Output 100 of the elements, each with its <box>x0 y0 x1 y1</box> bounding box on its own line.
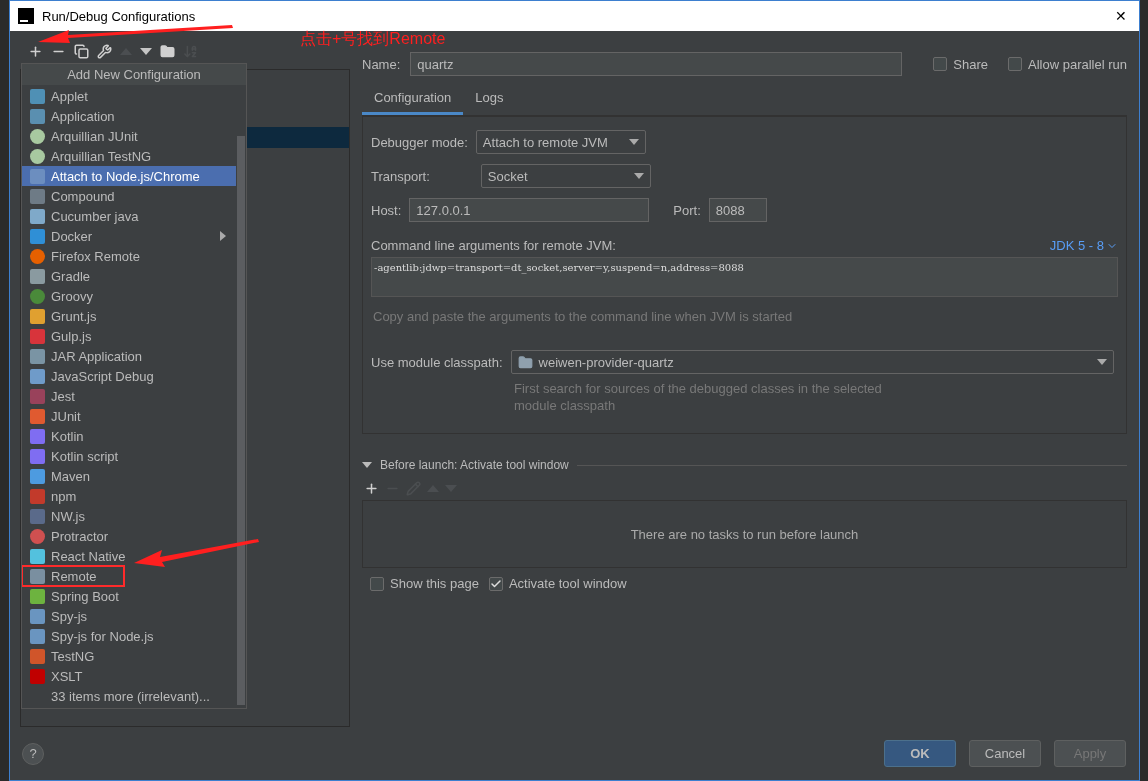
section-title: Before launch: Activate tool window <box>380 458 569 472</box>
name-label: Name: <box>362 56 401 72</box>
configuration-type-icon <box>30 508 45 524</box>
configuration-type-icon <box>30 348 45 364</box>
configuration-type-icon <box>30 308 45 324</box>
jdk-version-link[interactable]: JDK 5 - 8 <box>1049 238 1118 253</box>
move-down-icon[interactable] <box>140 47 152 55</box>
configuration-type-icon <box>30 568 45 584</box>
popup-title: Add New Configuration <box>22 64 246 86</box>
configuration-type-icon <box>30 548 45 564</box>
expand-triangle-icon[interactable] <box>362 462 372 468</box>
configuration-type-icon <box>30 448 45 464</box>
menu-item[interactable]: Spring Boot <box>22 586 236 606</box>
menu-item[interactable]: JavaScript Debug <box>22 366 236 386</box>
menu-item[interactable]: XSLT <box>22 666 236 686</box>
menu-item[interactable]: Kotlin script <box>22 446 236 466</box>
field-label: Transport: <box>371 168 430 184</box>
menu-item[interactable]: TestNG <box>22 646 236 666</box>
menu-item[interactable]: Maven <box>22 466 236 486</box>
field-label: Port: <box>673 202 701 218</box>
checkbox-label: Share <box>953 56 988 72</box>
configuration-type-icon <box>30 148 45 164</box>
configuration-type-icon <box>30 588 45 604</box>
configuration-type-icon <box>30 388 45 404</box>
menu-item[interactable]: JAR Application <box>22 346 236 366</box>
dialog-button[interactable]: OK <box>884 740 956 767</box>
configuration-type-icon <box>30 128 45 144</box>
wrench-icon[interactable] <box>97 43 112 59</box>
menu-item[interactable]: Cucumber java <box>22 206 236 226</box>
menu-item[interactable]: Applet <box>22 86 236 106</box>
annotation-text: 点击+号找到Remote <box>300 30 446 48</box>
menu-item[interactable]: Remote <box>22 566 124 586</box>
folder-icon[interactable] <box>160 43 175 59</box>
checkbox-label: Allow parallel run <box>1028 56 1127 72</box>
configuration-type-icon <box>30 608 45 624</box>
add-icon[interactable] <box>28 43 43 59</box>
configuration-type-icon <box>30 88 45 104</box>
close-button[interactable]: ✕ <box>1109 8 1133 24</box>
checkbox[interactable] <box>1008 57 1022 71</box>
app-logo-icon <box>18 8 34 24</box>
add-icon[interactable] <box>364 480 379 496</box>
name-field[interactable]: quartz <box>410 52 903 76</box>
field-label: Host: <box>371 202 402 218</box>
copy-icon[interactable] <box>74 43 89 59</box>
tab[interactable]: Logs <box>463 84 516 115</box>
dialog-button[interactable]: Cancel <box>969 740 1041 767</box>
menu-item[interactable]: Arquillian JUnit <box>22 126 236 146</box>
checkbox-label: Show this page <box>390 576 479 591</box>
configuration-type-icon <box>30 668 45 684</box>
configuration-type-icon <box>30 488 45 504</box>
module-dropdown[interactable]: weiwen-provider-quartz <box>510 350 1114 374</box>
configuration-type-icon <box>30 168 45 184</box>
dropdown[interactable]: Attach to remote JVM <box>475 130 646 154</box>
help-button[interactable]: ? <box>22 742 44 765</box>
checkbox-label: Activate tool window <box>508 576 627 591</box>
port-field[interactable]: 8088 <box>708 198 767 222</box>
configuration-type-icon <box>30 528 45 544</box>
menu-item[interactable]: Spy-js for Node.js <box>22 626 236 646</box>
configuration-type-icon <box>30 648 45 664</box>
configuration-type-icon <box>30 288 45 304</box>
configuration-type-icon <box>30 468 45 484</box>
arguments-field[interactable]: -agentlib:jdwp=transport=dt_socket,server=y,suspend=n,address=8088 <box>371 257 1118 297</box>
menu-item[interactable]: Grunt.js <box>22 306 236 326</box>
dropdown[interactable]: Socket <box>480 164 651 188</box>
menu-item[interactable]: npm <box>22 486 236 506</box>
checkbox[interactable] <box>933 57 948 71</box>
field-label: Command line arguments for remote JVM: <box>371 238 616 253</box>
configuration-type-icon <box>30 428 45 444</box>
menu-item[interactable]: Attach to Node.js/Chrome <box>22 166 236 186</box>
menu-item[interactable]: NW.js <box>22 506 236 526</box>
menu-item[interactable]: Firefox Remote <box>22 246 236 266</box>
empty-list-text: There are no tasks to run before launch <box>630 526 859 542</box>
hint-text: Copy and paste the arguments to the command line when JVM is started <box>373 309 794 324</box>
checkbox[interactable] <box>370 576 384 591</box>
window-title: Run/Debug Configurations <box>42 8 197 24</box>
host-field[interactable]: 127.0.0.1 <box>409 198 650 222</box>
menu-item[interactable]: Kotlin <box>22 426 236 446</box>
configuration-type-icon <box>30 628 45 644</box>
menu-item[interactable]: Application <box>22 106 236 126</box>
menu-item[interactable]: JUnit <box>22 406 236 426</box>
menu-item[interactable]: Protractor <box>22 526 236 546</box>
menu-item[interactable]: Spy-js <box>22 606 236 626</box>
configuration-type-icon <box>30 208 45 224</box>
menu-item[interactable]: 33 items more (irrelevant)... <box>22 686 236 706</box>
menu-item[interactable]: React Native <box>22 546 236 566</box>
menu-item[interactable]: Gulp.js <box>22 326 236 346</box>
configuration-type-icon <box>30 108 45 124</box>
tab[interactable]: Configuration <box>362 84 464 115</box>
hint-text: First search for sources of the debugged classes in the selected module classpath <box>514 380 883 414</box>
menu-item[interactable]: Jest <box>22 386 236 406</box>
configuration-type-icon <box>30 328 45 344</box>
configuration-type-icon <box>30 268 45 284</box>
menu-item[interactable]: Gradle <box>22 266 236 286</box>
menu-item[interactable]: Docker <box>22 226 236 246</box>
field-label: Use module classpath: <box>371 354 503 370</box>
checkbox[interactable] <box>488 576 503 591</box>
menu-item[interactable]: Groovy <box>22 286 236 306</box>
menu-item[interactable]: Compound <box>22 186 236 206</box>
menu-item[interactable]: Arquillian TestNG <box>22 146 236 166</box>
configuration-type-icon <box>30 248 45 264</box>
